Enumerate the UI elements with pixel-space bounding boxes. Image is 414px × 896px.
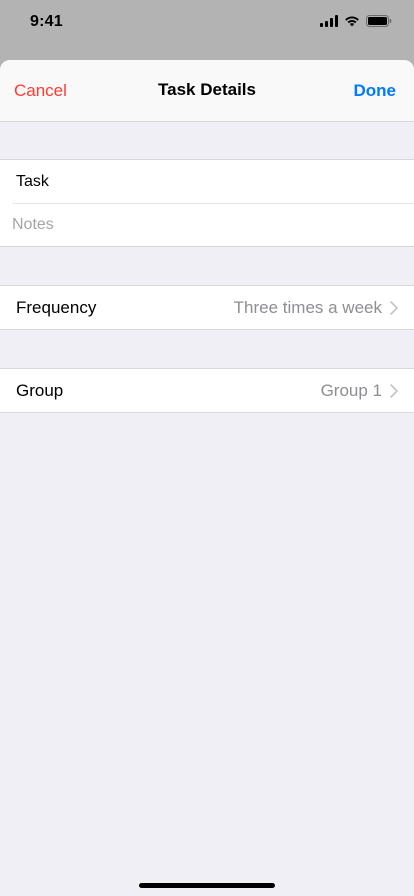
notes-row bbox=[12, 203, 414, 246]
group-row[interactable]: Group Group 1 bbox=[0, 369, 414, 412]
done-button[interactable]: Done bbox=[354, 81, 397, 101]
task-details-sheet: Cancel Task Details Done Frequency Three… bbox=[0, 60, 414, 896]
signal-icon bbox=[320, 14, 338, 32]
group-section: Group Group 1 bbox=[0, 368, 414, 413]
group-label: Group bbox=[16, 380, 64, 400]
status-icons bbox=[320, 14, 392, 32]
page-title: Task Details bbox=[158, 80, 256, 99]
wifi-icon bbox=[344, 14, 360, 32]
battery-icon bbox=[366, 14, 392, 32]
task-section bbox=[0, 159, 414, 247]
status-bar: 9:41 bbox=[0, 0, 414, 46]
group-value-wrap: Group 1 bbox=[321, 381, 414, 401]
chevron-right-icon bbox=[390, 383, 398, 398]
frequency-value-wrap: Three times a week bbox=[234, 298, 414, 318]
status-time: 9:41 bbox=[30, 13, 63, 30]
task-field[interactable] bbox=[16, 160, 414, 203]
notes-field[interactable] bbox=[12, 204, 414, 246]
chevron-right-icon bbox=[390, 300, 398, 315]
home-indicator[interactable] bbox=[139, 883, 275, 888]
frequency-value: Three times a week bbox=[233, 297, 382, 317]
frequency-section: Frequency Three times a week bbox=[0, 285, 414, 330]
frequency-row[interactable]: Frequency Three times a week bbox=[0, 286, 414, 329]
frequency-label: Frequency bbox=[16, 297, 97, 317]
task-row bbox=[0, 160, 414, 203]
group-value: Group 1 bbox=[320, 380, 382, 400]
nav-bar: Cancel Task Details Done bbox=[0, 60, 414, 122]
